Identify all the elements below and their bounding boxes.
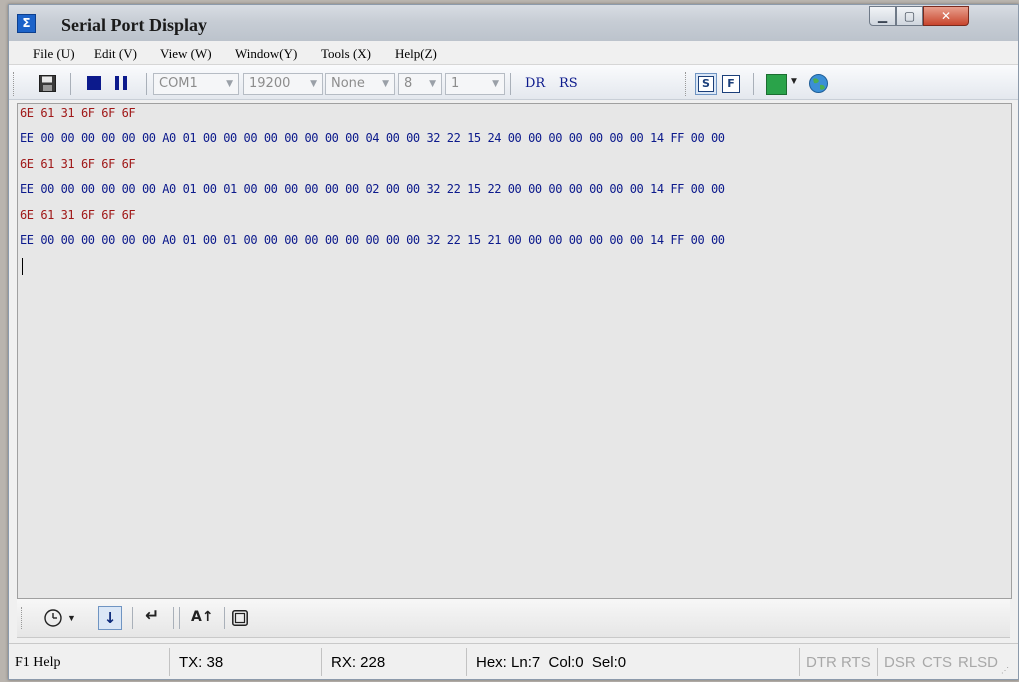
window-title: Serial Port Display (61, 15, 207, 35)
baud-select-value: 19200 (249, 76, 291, 91)
status-separator (877, 648, 878, 676)
status-dsr: DSR (884, 654, 916, 671)
autoscroll-button[interactable]: ↓ (98, 606, 122, 630)
stopbits-select-value: 1 (451, 76, 460, 91)
terminal-line: 6E 61 31 6F 6F 6F (20, 207, 136, 222)
status-separator (799, 648, 800, 676)
dr-indicator[interactable]: DR (525, 76, 545, 91)
rs-indicator[interactable]: RS (559, 76, 578, 91)
clock-icon[interactable] (44, 609, 62, 627)
sigma-icon[interactable]: Σ (17, 14, 36, 33)
status-separator (169, 648, 170, 676)
chevron-down-icon: ▼ (429, 79, 436, 89)
chevron-down-icon: ▼ (226, 79, 233, 89)
toolbar-separator (510, 73, 511, 95)
toolbar: COM1 ▼ 19200 ▼ None ▼ 8 ▼ 1 ▼ DR RS S F … (9, 65, 1018, 100)
status-rlsd: RLSD (958, 654, 999, 671)
toolbar-grip[interactable] (21, 607, 24, 629)
status-separator (321, 648, 322, 676)
status-help: F1 Help (15, 655, 61, 670)
chevron-down-icon: ▼ (382, 79, 389, 89)
caret-down-icon[interactable]: ▼ (67, 613, 76, 623)
arrow-down-icon: ↓ (103, 609, 117, 627)
maximize-icon: ▢ (903, 9, 916, 23)
parity-select-value: None (331, 76, 365, 91)
status-cts: CTS (922, 654, 952, 671)
toolbar-separator (173, 607, 174, 629)
text-cursor (22, 258, 23, 275)
status-dtr: DTR (806, 654, 837, 671)
color-swatch-button[interactable] (766, 74, 787, 95)
resize-grip-icon[interactable]: ⋰ (1001, 666, 1009, 675)
toolbar-separator (146, 73, 147, 95)
menu-edit[interactable]: Edit (V) (94, 46, 137, 62)
menu-bar: File (U) Edit (V) View (W) Window(Y) Too… (9, 42, 1018, 65)
minimize-button[interactable]: ▁ (869, 6, 896, 26)
status-bar: F1 Help TX: 38 RX: 228 Hex: Ln:7 Col:0 S… (9, 643, 1018, 679)
toolbar-separator (753, 73, 754, 95)
stop-icon[interactable] (87, 76, 101, 90)
s-toggle-button[interactable]: S (695, 73, 717, 95)
chevron-down-icon: ▼ (310, 79, 317, 89)
app-window: Σ Serial Port Display ▁ ▢ ✕ File (U) Edi… (8, 4, 1019, 680)
status-rts: RTS (841, 654, 871, 671)
minimize-icon: ▁ (877, 9, 888, 23)
title-bar: Σ Serial Port Display ▁ ▢ ✕ (9, 5, 1018, 41)
chevron-down-icon: ▼ (492, 79, 499, 89)
terminal-line: 6E 61 31 6F 6F 6F (20, 106, 136, 120)
caret-down-icon[interactable]: ▼ (789, 76, 799, 87)
toolbar-separator (179, 607, 180, 629)
terminal-line: EE 00 00 00 00 00 00 A0 01 00 01 00 00 0… (20, 233, 725, 247)
toolbar-separator (70, 73, 71, 95)
globe-icon[interactable] (809, 74, 828, 93)
databits-select-value: 8 (404, 76, 413, 91)
maximize-button[interactable]: ▢ (896, 6, 923, 26)
status-rx-count: RX: 228 (331, 654, 386, 671)
parity-select[interactable]: None ▼ (325, 73, 395, 95)
toolbar-separator (224, 607, 225, 629)
menu-view[interactable]: View (W) (160, 46, 212, 62)
terminal-line: EE 00 00 00 00 00 00 A0 01 00 00 00 00 0… (20, 131, 725, 146)
save-icon[interactable] (39, 75, 56, 92)
bottom-toolbar: ▼ ↓ ↵ A↑ (17, 599, 1010, 638)
newline-icon[interactable]: ↵ (145, 606, 159, 626)
terminal-line: 6E 61 31 6F 6F 6F (20, 156, 136, 171)
toolbar-grip[interactable] (13, 72, 16, 96)
menu-tools[interactable]: Tools (X) (321, 46, 371, 62)
terminal-output[interactable]: 6E 61 31 6F 6F 6F EE 00 00 00 00 00 00 A0… (17, 103, 1012, 599)
port-select-value: COM1 (159, 76, 198, 91)
pause-icon[interactable] (115, 76, 127, 90)
close-button[interactable]: ✕ (923, 6, 969, 26)
toolbar-grip[interactable] (685, 72, 688, 96)
baud-select[interactable]: 19200 ▼ (243, 73, 323, 95)
toolbar-separator (132, 607, 133, 629)
status-separator (466, 648, 467, 676)
menu-file[interactable]: File (U) (33, 46, 75, 62)
terminal-line: EE 00 00 00 00 00 00 A0 01 00 01 00 00 0… (20, 182, 725, 197)
close-icon: ✕ (940, 9, 952, 23)
window-frame-icon[interactable] (232, 610, 248, 626)
font-size-icon[interactable]: A↑ (191, 609, 214, 625)
menu-window[interactable]: Window(Y) (235, 46, 297, 62)
databits-select[interactable]: 8 ▼ (398, 73, 442, 95)
port-select[interactable]: COM1 ▼ (153, 73, 239, 95)
f-toggle-button[interactable]: F (722, 75, 740, 93)
stopbits-select[interactable]: 1 ▼ (445, 73, 505, 95)
status-tx-count: TX: 38 (179, 654, 224, 671)
menu-help[interactable]: Help(Z) (395, 46, 437, 62)
s-toggle-icon: S (698, 76, 714, 92)
status-cursor-position: Hex: Ln:7 Col:0 Sel:0 (476, 654, 627, 671)
